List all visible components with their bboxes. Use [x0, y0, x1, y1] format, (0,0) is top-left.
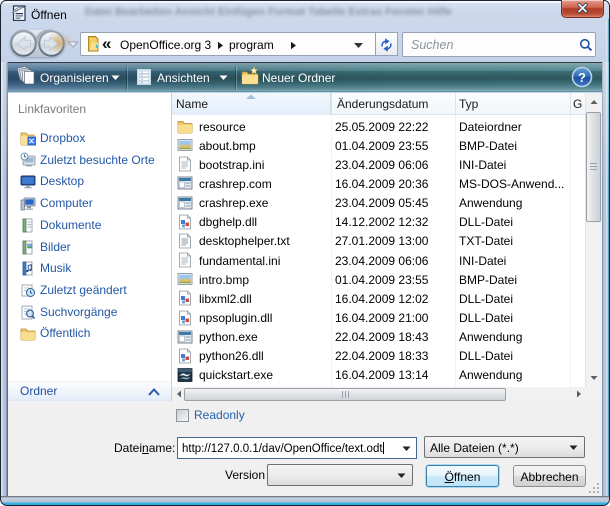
svg-text:?: ? — [578, 70, 586, 85]
